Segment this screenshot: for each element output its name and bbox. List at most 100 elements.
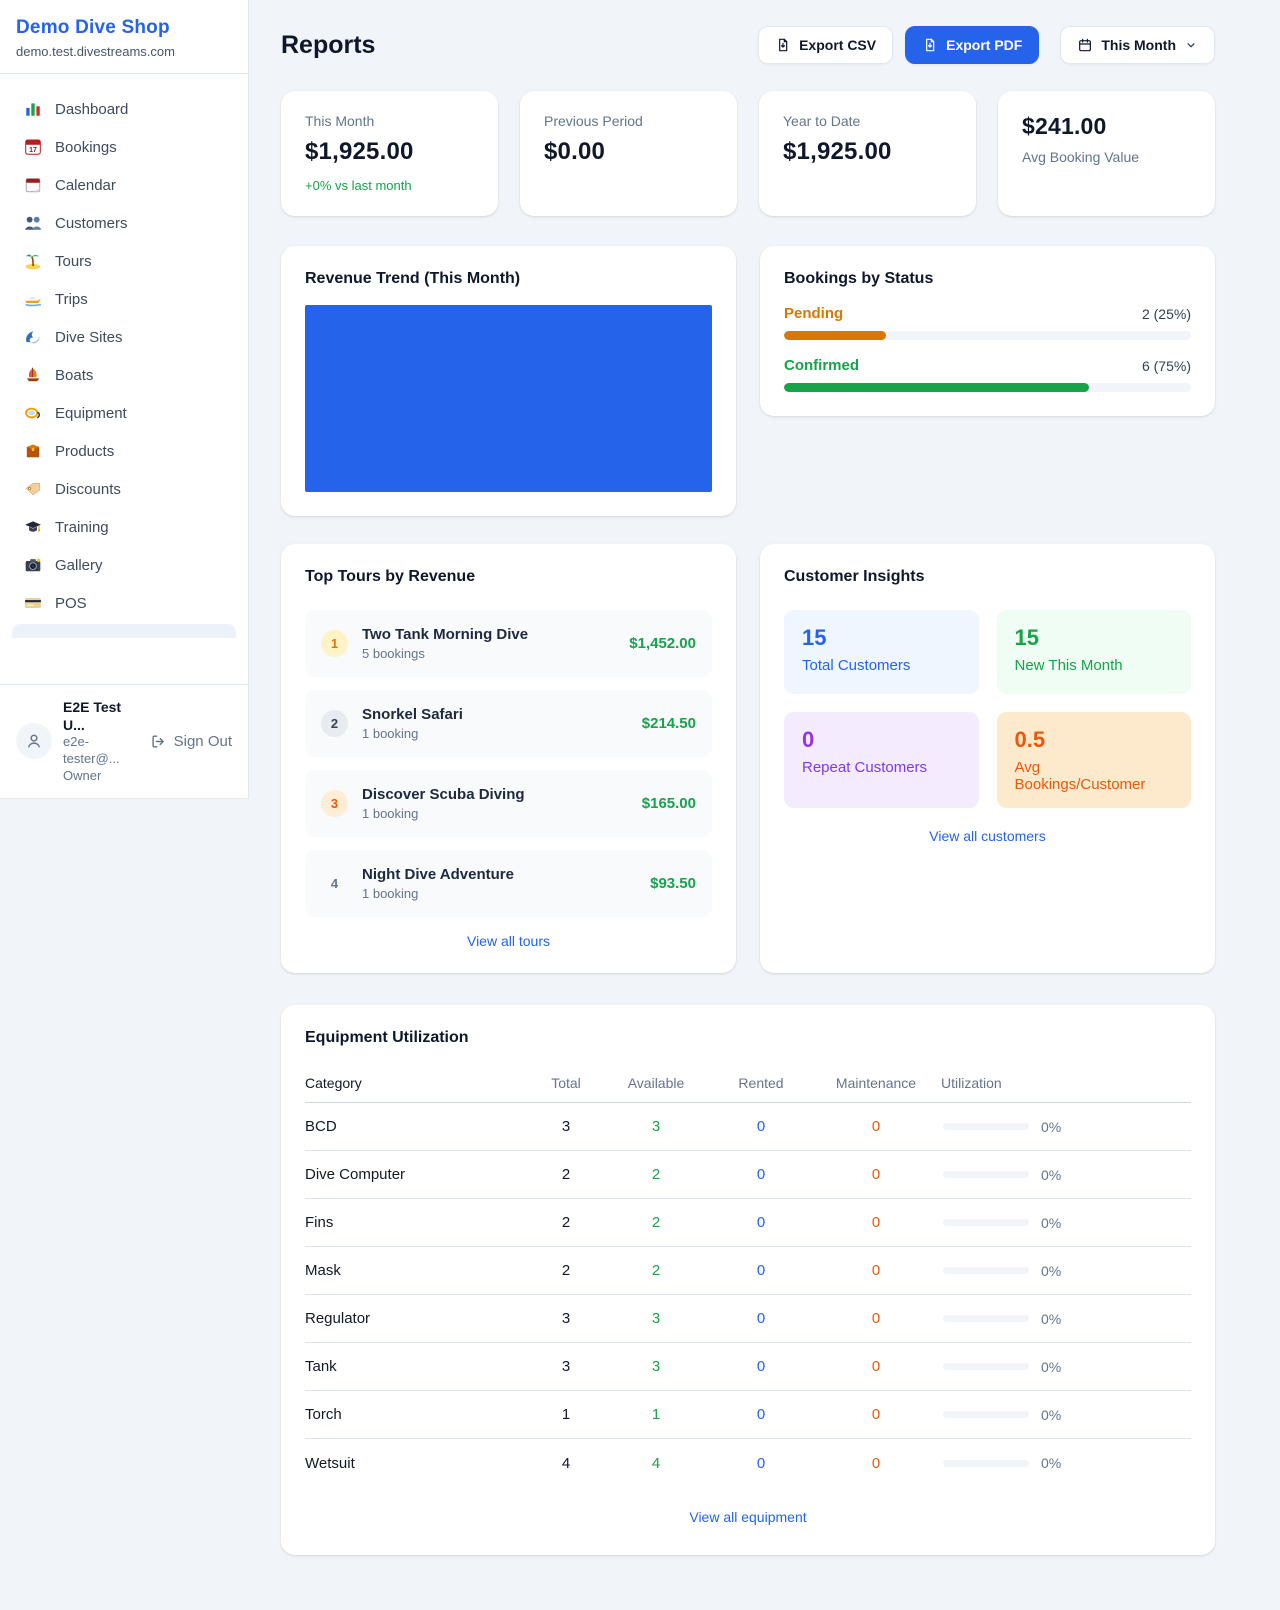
sidebar-item-discounts[interactable]: Discounts (12, 470, 236, 508)
sidebar-item-trips[interactable]: Trips (12, 280, 236, 318)
tour-bookings: 1 booking (362, 886, 636, 901)
cell-rented: 0 (711, 1310, 811, 1327)
table-row: Tank 3 3 0 0 0% (305, 1343, 1191, 1391)
utilization-percent: 0% (1041, 1455, 1061, 1471)
sidebar-item-label: Boats (55, 367, 93, 384)
stat-card-avg-booking-value: $241.00 Avg Booking Value (998, 91, 1215, 216)
status-value: 6 (75%) (1142, 358, 1191, 374)
sidebar-item-products[interactable]: Products (12, 432, 236, 470)
stat-label: Avg Booking Value (1022, 149, 1191, 165)
period-dropdown[interactable]: This Month (1060, 26, 1215, 64)
cell-category: Mask (305, 1262, 531, 1279)
equipment-utilization-card: Equipment Utilization Category Total Ava… (281, 1005, 1215, 1555)
insight-tile-avg-bookings: 0.5 Avg Bookings/Customer (997, 712, 1192, 808)
user-meta: E2E Test U... e2e-tester@... Owner (63, 698, 139, 785)
sign-out-icon (150, 733, 167, 750)
tile-label: Avg Bookings/Customer (1015, 759, 1174, 793)
equipment-table: Category Total Available Rented Maintena… (305, 1067, 1191, 1487)
cell-category: Wetsuit (305, 1455, 531, 1472)
view-all-tours-link[interactable]: View all tours (305, 933, 712, 949)
table-row: Torch 1 1 0 0 0% (305, 1391, 1191, 1439)
stat-card-year-to-date: Year to Date $1,925.00 (759, 91, 976, 216)
table-row: Dive Computer 2 2 0 0 0% (305, 1151, 1191, 1199)
status-bar-fill (784, 383, 1089, 392)
column-header: Total (531, 1075, 601, 1091)
cell-rented: 0 (711, 1118, 811, 1135)
tour-row[interactable]: 4 Night Dive Adventure 1 booking $93.50 (305, 850, 712, 917)
stat-value: $1,925.00 (305, 138, 474, 166)
utilization-bar-track (943, 1411, 1029, 1418)
insights-row: Top Tours by Revenue 1 Two Tank Morning … (281, 544, 1215, 973)
stat-label: Year to Date (783, 113, 952, 129)
status-label: Confirmed (784, 357, 859, 374)
user-icon (24, 731, 44, 751)
sidebar-item-equipment[interactable]: Equipment (12, 394, 236, 432)
utilization-bar-track (943, 1219, 1029, 1226)
tour-row[interactable]: 2 Snorkel Safari 1 booking $214.50 (305, 690, 712, 757)
tile-value: 0.5 (1015, 727, 1174, 753)
sidebar-item-label: POS (55, 595, 87, 612)
tour-name: Two Tank Morning Dive (362, 626, 615, 643)
tour-row[interactable]: 3 Discover Scuba Diving 1 booking $165.0… (305, 770, 712, 837)
status-label: Pending (784, 305, 843, 322)
utilization-percent: 0% (1041, 1167, 1061, 1183)
utilization-bar-track (943, 1171, 1029, 1178)
sidebar-item-dashboard[interactable]: Dashboard (12, 90, 236, 128)
cell-category: Tank (305, 1358, 531, 1375)
status-value: 2 (25%) (1142, 306, 1191, 322)
header-actions: Export CSV Export PDF This Month (758, 26, 1215, 64)
cell-available: 1 (601, 1406, 711, 1423)
avatar (16, 723, 52, 759)
rank-badge: 2 (321, 710, 348, 737)
stat-delta: +0% vs last month (305, 178, 474, 193)
sidebar-item-label: Tours (55, 253, 92, 270)
cell-category: Regulator (305, 1310, 531, 1327)
sidebar-item-boats[interactable]: Boats (12, 356, 236, 394)
status-bar-track (784, 383, 1191, 392)
tours-icon (24, 252, 42, 270)
view-all-equipment-link[interactable]: View all equipment (305, 1509, 1191, 1525)
customers-icon (24, 214, 42, 232)
dive-sites-icon (24, 328, 42, 346)
cell-available: 3 (601, 1310, 711, 1327)
column-header: Rented (711, 1075, 811, 1091)
tile-value: 15 (1015, 625, 1174, 651)
cell-rented: 0 (711, 1262, 811, 1279)
table-row: Fins 2 2 0 0 0% (305, 1199, 1191, 1247)
sidebar-item-tours[interactable]: Tours (12, 242, 236, 280)
sidebar-item-customers[interactable]: Customers (12, 204, 236, 242)
column-header: Utilization (941, 1075, 1191, 1091)
sidebar-item-pos[interactable]: POS (12, 584, 236, 622)
cell-total: 3 (531, 1310, 601, 1327)
tile-label: Total Customers (802, 657, 961, 674)
tour-row[interactable]: 1 Two Tank Morning Dive 5 bookings $1,45… (305, 610, 712, 677)
sidebar-item-dive-sites[interactable]: Dive Sites (12, 318, 236, 356)
export-csv-button[interactable]: Export CSV (758, 26, 893, 64)
cell-maintenance: 0 (811, 1455, 941, 1472)
cell-rented: 0 (711, 1455, 811, 1472)
charts-row: Revenue Trend (This Month) Bookings by S… (281, 246, 1215, 516)
export-pdf-label: Export PDF (946, 37, 1022, 53)
sidebar-item-gallery[interactable]: Gallery (12, 546, 236, 584)
utilization-percent: 0% (1041, 1407, 1061, 1423)
cell-utilization: 0% (941, 1311, 1191, 1327)
cell-available: 3 (601, 1358, 711, 1375)
utilization-bar-track (943, 1363, 1029, 1370)
cell-total: 4 (531, 1455, 601, 1472)
period-label: This Month (1101, 37, 1176, 53)
user-role: Owner (63, 768, 139, 785)
sign-out-button[interactable]: Sign Out (150, 733, 232, 750)
sidebar-item-training[interactable]: Training (12, 508, 236, 546)
sidebar-item-label: Customers (55, 215, 128, 232)
tour-name: Snorkel Safari (362, 706, 628, 723)
utilization-bar-track (943, 1460, 1029, 1467)
sidebar-item-bookings[interactable]: 17 Bookings (12, 128, 236, 166)
sidebar-item-label: Bookings (55, 139, 117, 156)
sidebar-item-reports-active[interactable] (12, 624, 236, 638)
export-pdf-button[interactable]: Export PDF (905, 26, 1039, 64)
view-all-customers-link[interactable]: View all customers (784, 828, 1191, 844)
stat-value: $1,925.00 (783, 138, 952, 166)
sidebar-nav: Dashboard 17 Bookings Calendar Customers… (0, 74, 248, 684)
sidebar-item-calendar[interactable]: Calendar (12, 166, 236, 204)
tile-label: Repeat Customers (802, 759, 961, 776)
